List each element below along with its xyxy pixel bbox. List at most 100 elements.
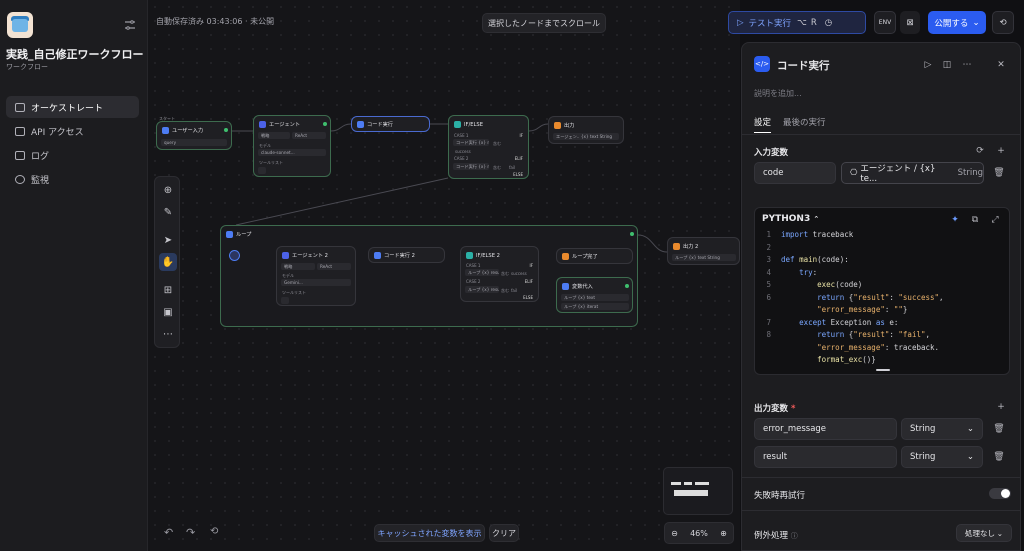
input-var-name-field[interactable]: code (754, 162, 836, 184)
exception-label: 例外処理 ⓘ (754, 529, 798, 541)
input-var-source-select[interactable]: ⎔ エージェント / {x} te... String (841, 162, 984, 184)
copy-icon[interactable]: ⧉ (969, 214, 981, 226)
split-view-icon[interactable]: ◫ (941, 59, 953, 71)
code-icon (374, 252, 381, 259)
node-loop-end[interactable]: ループ完了 (556, 248, 633, 264)
line-number: 8 (766, 330, 771, 339)
undo-icon[interactable]: ↶ (164, 526, 173, 539)
node-agent[interactable]: エージェント 戦略 ReAct モデル claude-sonnet... ツール… (253, 115, 331, 177)
ai-generate-icon[interactable]: ✦ (949, 214, 961, 226)
zoom-out-icon[interactable]: ⊖ (671, 529, 678, 538)
line-number: 5 (766, 280, 771, 289)
show-cached-vars-button[interactable]: キャッシュされた変数を表示 (374, 524, 485, 542)
minimap[interactable] (663, 467, 733, 515)
condition-field: コード実行 {x} result (453, 163, 489, 170)
test-run-button[interactable]: ▷ テスト実行 ⌥ R ◷ (728, 11, 866, 34)
node-user-input[interactable]: ユーザー入力 query (156, 121, 232, 150)
node-ifelse-2[interactable]: IF/ELSE 2 CASE 1 IF ループ {x} result 含む su… (460, 246, 539, 302)
node-variable-assign[interactable]: 変数代入 ループ {x} text ループ {x} iterat (556, 277, 633, 313)
conversation-vars-button[interactable]: ⊠ (900, 11, 920, 34)
nav-logs[interactable]: ログ (6, 144, 139, 166)
more-options-icon[interactable]: ⋯ (961, 59, 973, 71)
output-var-type: String (910, 452, 936, 462)
chevron-down-icon: ⌄ (996, 528, 1003, 538)
tool-chip (281, 297, 289, 304)
add-note-icon[interactable]: ✎ (159, 203, 177, 221)
delete-icon[interactable]: 🗑 (993, 451, 1005, 463)
app-icon[interactable] (7, 12, 33, 38)
line-number: 1 (766, 230, 771, 239)
minimap-node (695, 482, 709, 485)
node-header: IF/ELSE 2 (466, 252, 500, 259)
code-line: format_exc()} (817, 355, 876, 364)
tools-label: ツールリスト (282, 290, 306, 295)
nav-monitor[interactable]: 監視 (6, 168, 139, 190)
code-line: 6 return {"result": "success", (755, 293, 943, 306)
tool-chip (258, 167, 266, 174)
retry-toggle[interactable] (989, 488, 1011, 499)
input-vars-label: 入力変数 (754, 148, 789, 158)
hand-icon[interactable]: ✋ (159, 253, 177, 271)
history-icon: ⟲ (999, 17, 1007, 28)
model-field: claude-sonnet... (258, 149, 326, 156)
status-dot (323, 122, 327, 126)
more-icon[interactable]: ⋯ (159, 325, 177, 343)
code-editor[interactable]: PYTHON3 ⌃ ✦ ⧉ ⤢ 1 import traceback 2 3 def m… (754, 207, 1010, 375)
sidebar-toggle-icon[interactable] (124, 19, 136, 31)
condition-value: fail (511, 288, 518, 293)
output-var-type-select[interactable]: String ⌄ (901, 418, 983, 440)
clear-button[interactable]: クリア (489, 524, 519, 542)
node-code[interactable]: コード実行 (351, 116, 430, 132)
node-header: 出力 2 (673, 243, 698, 250)
tab-last-run[interactable]: 最後の実行 (783, 116, 826, 133)
close-icon[interactable]: ✕ (995, 59, 1007, 71)
output-var-type-select[interactable]: String ⌄ (901, 446, 983, 468)
panel-title: コード実行 (777, 60, 830, 72)
nav-label: API アクセス (31, 127, 84, 138)
add-input-icon[interactable]: + (995, 145, 1007, 157)
if-label: IF (519, 133, 523, 138)
workflow-canvas[interactable]: 自動保存済み 03:43:06 · 未公開 選択したノードまでスクロール スター… (148, 0, 740, 551)
divider (742, 477, 1020, 478)
add-output-icon[interactable]: + (995, 401, 1007, 413)
status-dot (625, 284, 629, 288)
redo-icon[interactable]: ↷ (186, 526, 195, 539)
output-var-name-field[interactable]: error_message (754, 418, 897, 440)
publish-button[interactable]: 公開する ⌄ (928, 11, 986, 34)
sync-icon[interactable]: ⟳ (974, 145, 986, 157)
resize-handle[interactable] (876, 369, 890, 371)
exception-select[interactable]: 処理なし ⌄ (956, 524, 1012, 542)
organize-icon[interactable]: ⊞ (159, 281, 177, 299)
node-output-2[interactable]: 出力 2 ループ {x} text String (667, 237, 740, 265)
elif-label: ELIF (524, 279, 533, 284)
node-header: エージェント (259, 121, 300, 128)
zoom-in-icon[interactable]: ⊕ (720, 529, 727, 538)
history-icon[interactable]: ⟲ (210, 526, 218, 537)
code-line: 2 (755, 243, 781, 256)
panel-tabs: 設定 最後の実行 (754, 116, 826, 133)
node-ifelse[interactable]: IF/ELSE CASE 1 IF コード実行 {x} result 含む su… (448, 115, 529, 179)
chevron-updown-icon: ⌃ (813, 215, 820, 223)
test-history-icon[interactable]: ◷ (825, 18, 832, 28)
language-select[interactable]: PYTHON3 ⌃ (762, 214, 819, 224)
env-variables-button[interactable]: ENV (874, 11, 896, 34)
output-var-name-field[interactable]: result (754, 446, 897, 468)
output-icon (673, 243, 680, 250)
nav-orchestrate[interactable]: オーケストレート (6, 96, 139, 118)
expand-icon[interactable]: ⤢ (989, 214, 1001, 226)
description-input[interactable]: 説明を追加... (754, 88, 802, 99)
add-node-icon[interactable]: ⊕ (159, 181, 177, 199)
version-history-button[interactable]: ⟲ (992, 11, 1014, 34)
play-icon: ▷ (737, 17, 744, 28)
run-node-icon[interactable]: ▷ (922, 59, 934, 71)
code-line: 8 return {"result": "fail", (755, 330, 930, 343)
node-agent-2[interactable]: エージェント 2 戦略 ReAct モデル Gemini... ツールリスト (276, 246, 356, 306)
node-code-2[interactable]: コード実行 2 (368, 247, 445, 263)
delete-icon[interactable]: 🗑 (993, 167, 1005, 179)
image-export-icon[interactable]: ▣ (159, 303, 177, 321)
nav-api-access[interactable]: API アクセス (6, 120, 139, 142)
node-output[interactable]: 出力 エージェン.. {x} text String (548, 116, 624, 144)
pointer-icon[interactable]: ➤ (159, 231, 177, 249)
delete-icon[interactable]: 🗑 (993, 423, 1005, 435)
tab-settings[interactable]: 設定 (754, 116, 772, 133)
